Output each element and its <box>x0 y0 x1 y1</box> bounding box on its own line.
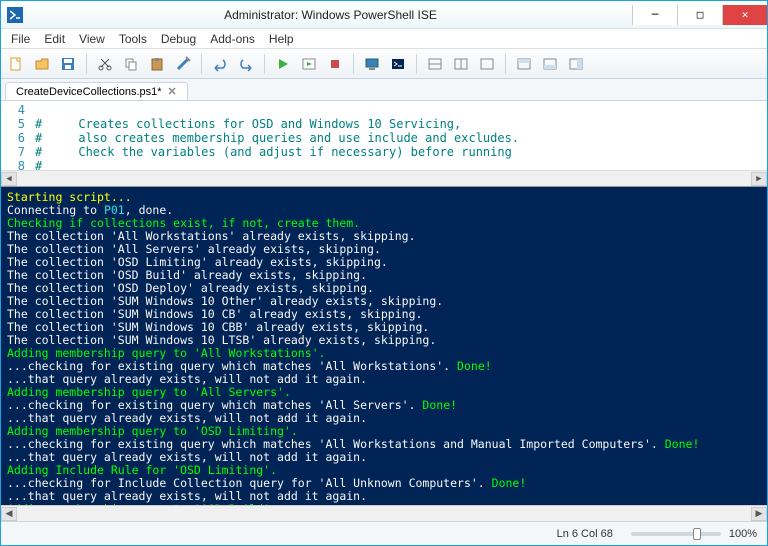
app-icon <box>7 7 23 23</box>
maximize-button[interactable]: □ <box>677 5 722 25</box>
toolbar-separator <box>353 54 354 74</box>
tab-close-icon[interactable]: ✕ <box>168 85 177 98</box>
tab-label: CreateDeviceCollections.ps1* <box>16 86 162 98</box>
toolbar-separator <box>505 54 506 74</box>
layout1-button[interactable] <box>424 53 446 75</box>
menu-file[interactable]: File <box>5 30 36 48</box>
show-addon-button[interactable] <box>565 53 587 75</box>
cursor-position: Ln 6 Col 68 <box>557 528 613 540</box>
save-button[interactable] <box>57 53 79 75</box>
clear-button[interactable] <box>172 53 194 75</box>
new-button[interactable] <box>5 53 27 75</box>
stop-button[interactable] <box>324 53 346 75</box>
menu-debug[interactable]: Debug <box>155 30 202 48</box>
toolbar-separator <box>416 54 417 74</box>
toolbar-separator <box>86 54 87 74</box>
menu-help[interactable]: Help <box>263 30 300 48</box>
layout3-button[interactable] <box>476 53 498 75</box>
toolbar-separator <box>264 54 265 74</box>
script-editor[interactable]: 45678910 # Creates collections for OSD a… <box>1 101 767 187</box>
menu-view[interactable]: View <box>73 30 111 48</box>
scroll-right-icon[interactable]: ▶ <box>751 507 767 521</box>
scroll-right-icon[interactable]: ▶ <box>751 172 767 186</box>
title-bar: Administrator: Windows PowerShell ISE ─ … <box>1 1 767 29</box>
menu-bar: File Edit View Tools Debug Add-ons Help <box>1 29 767 49</box>
layout2-button[interactable] <box>450 53 472 75</box>
zoom-level: 100% <box>729 528 757 540</box>
script-tab-bar: CreateDeviceCollections.ps1* ✕ <box>1 79 767 101</box>
menu-addons[interactable]: Add-ons <box>204 30 261 48</box>
close-button[interactable]: ✕ <box>722 5 767 25</box>
show-command-button[interactable] <box>539 53 561 75</box>
editor-scrollbar[interactable]: ◀ ▶ <box>1 170 767 186</box>
console-output[interactable]: Starting script... Connecting to P01, do… <box>1 187 767 505</box>
script-tab[interactable]: CreateDeviceCollections.ps1* ✕ <box>5 82 188 100</box>
window-title: Administrator: Windows PowerShell ISE <box>29 8 632 22</box>
paste-button[interactable] <box>146 53 168 75</box>
run-button[interactable] <box>272 53 294 75</box>
powershell-button[interactable] <box>387 53 409 75</box>
undo-button[interactable] <box>209 53 231 75</box>
status-bar: Ln 6 Col 68 100% <box>1 521 767 545</box>
show-script-button[interactable] <box>513 53 535 75</box>
zoom-slider[interactable] <box>631 532 721 536</box>
cut-button[interactable] <box>94 53 116 75</box>
copy-button[interactable] <box>120 53 142 75</box>
minimize-button[interactable]: ─ <box>632 5 677 25</box>
console-scrollbar[interactable]: ◀ ▶ <box>1 505 767 521</box>
new-remote-button[interactable] <box>361 53 383 75</box>
open-button[interactable] <box>31 53 53 75</box>
menu-tools[interactable]: Tools <box>113 30 153 48</box>
toolbar <box>1 49 767 79</box>
menu-edit[interactable]: Edit <box>38 30 71 48</box>
scroll-left-icon[interactable]: ◀ <box>1 172 17 186</box>
toolbar-separator <box>201 54 202 74</box>
scroll-left-icon[interactable]: ◀ <box>1 507 17 521</box>
run-selection-button[interactable] <box>298 53 320 75</box>
window-buttons: ─ □ ✕ <box>632 5 767 25</box>
zoom-thumb[interactable] <box>693 528 701 540</box>
redo-button[interactable] <box>235 53 257 75</box>
